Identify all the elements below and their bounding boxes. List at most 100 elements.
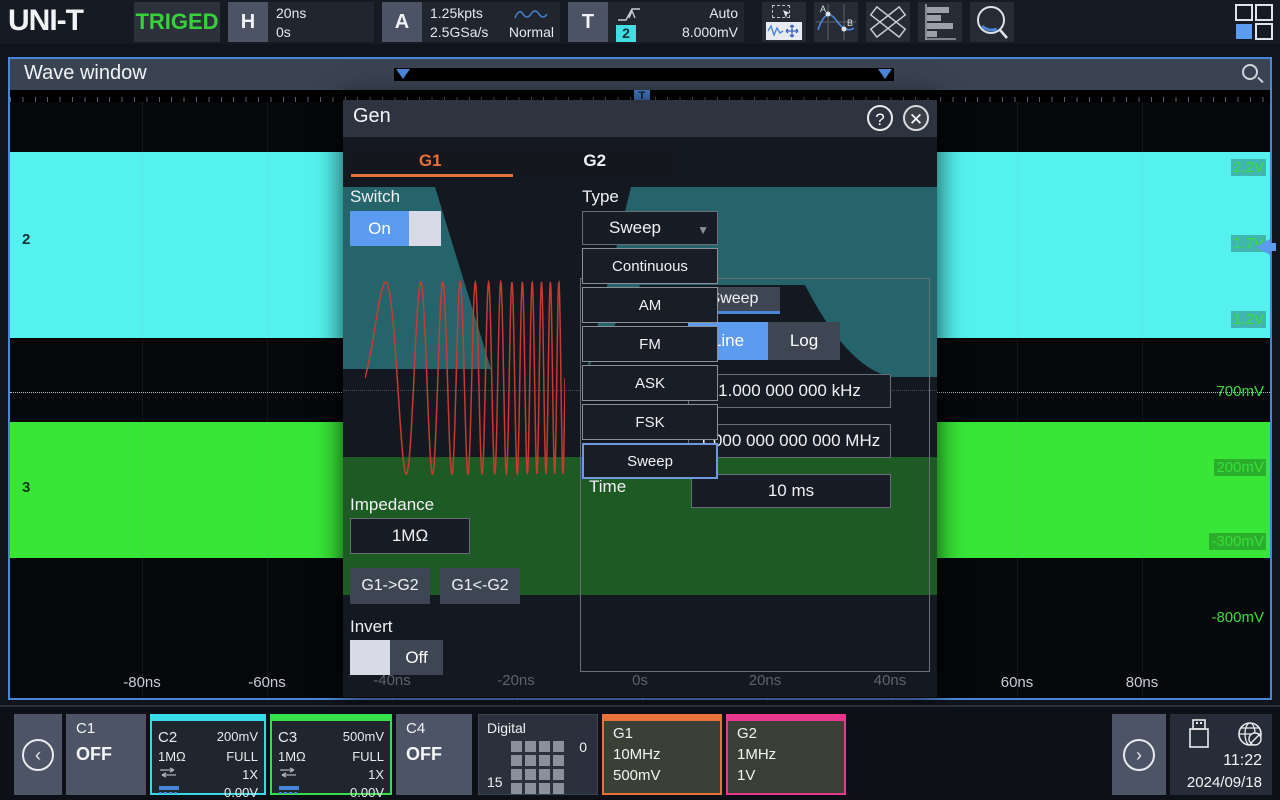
search-icon — [970, 2, 1014, 42]
type-option-fsk[interactable]: FSK — [582, 404, 718, 440]
ground-icon — [278, 785, 343, 800]
sweep-waveform-preview — [365, 275, 565, 481]
copy-g2-to-g1-button[interactable]: G1<-G2 — [440, 568, 520, 604]
tab-g1[interactable]: G1 — [348, 147, 513, 177]
channel3-offset: 0.00V — [343, 785, 384, 800]
svg-text:A: A — [820, 4, 826, 14]
horizontal-offset-value: 0s — [276, 24, 291, 40]
acquire-key[interactable]: A — [382, 2, 422, 42]
type-option-am[interactable]: AM — [582, 287, 718, 323]
usb-icon — [1188, 719, 1210, 749]
generator1-panel[interactable]: G1 10MHz 500mV — [602, 714, 722, 795]
digital-panel[interactable]: Digital 0 15 — [478, 714, 598, 795]
sweep-time-label: Time — [589, 477, 626, 497]
help-icon[interactable]: ? — [867, 105, 893, 131]
clock-date: 2024/09/18 — [1187, 774, 1262, 791]
acquire-block[interactable]: A 1.25kpts 2.5GSa/s Normal — [382, 2, 560, 42]
switch-on-state[interactable]: On — [350, 211, 409, 246]
generator2-panel[interactable]: G2 1MHz 1V — [726, 714, 846, 795]
channel3-scale: 500mV — [343, 729, 384, 746]
output-switch-toggle[interactable]: On — [350, 211, 441, 246]
bottom-channel-bar: ‹ C1 OFF C2 200mV 1MΩ FULL 1X 0.00V — [0, 705, 1280, 800]
horizontal-block[interactable]: H 20ns 0s — [228, 2, 374, 42]
type-option-continuous[interactable]: Continuous — [582, 248, 718, 284]
scrollbar-right-handle[interactable] — [878, 69, 892, 79]
acquire-wave-icon — [514, 6, 550, 22]
system-status-panel[interactable]: 11:22 2024/09/18 — [1170, 714, 1272, 795]
wave-window-header: Wave window — [10, 59, 1270, 90]
panel-scroll-left-button[interactable]: ‹ — [14, 714, 62, 795]
measure-button[interactable] — [866, 2, 910, 42]
type-dropdown[interactable]: Sweep ▼ — [582, 211, 718, 245]
trigger-level-value: 8.000mV — [682, 24, 738, 40]
g2-amplitude: 1V — [737, 767, 755, 784]
invert-off-state[interactable]: Off — [390, 640, 443, 675]
wave-window-title: Wave window — [24, 62, 147, 85]
channel2-probe: 1X — [217, 767, 258, 782]
channel3-id: C3 — [278, 729, 343, 746]
trigger-key[interactable]: T — [568, 2, 608, 42]
close-icon[interactable]: ✕ — [903, 105, 929, 131]
window-zoom-icon[interactable] — [1242, 64, 1258, 80]
cursor-ab-button[interactable]: AB — [814, 2, 858, 42]
channel3-marker[interactable]: 3 — [22, 479, 30, 496]
channel4-state: OFF — [406, 744, 442, 765]
oscilloscope-screen: UNI-T TRIGED H 20ns 0s A 1.25kpts 2.5GSa… — [0, 0, 1280, 800]
time-label: 80ns — [1126, 674, 1159, 691]
time-label: -60ns — [248, 674, 286, 691]
channel2-marker[interactable]: 2 — [22, 231, 30, 248]
search-button[interactable] — [970, 2, 1014, 42]
copy-g1-to-g2-button[interactable]: G1->G2 — [350, 568, 430, 604]
channel2-id: C2 — [158, 729, 217, 746]
select-tool-button[interactable] — [762, 2, 806, 42]
scrollbar-left-handle[interactable] — [396, 69, 410, 79]
scale-log-option[interactable]: Log — [768, 322, 840, 360]
generator-dialog: Gen ? ✕ -40ns -20ns 0s 20ns 40ns G1 G2 S… — [343, 100, 937, 697]
record-length-value: 1.25kpts — [430, 5, 483, 21]
dialog-header[interactable]: Gen ? ✕ — [343, 100, 937, 137]
type-dropdown-value: Sweep — [583, 212, 687, 244]
g1-id: G1 — [613, 725, 633, 742]
channel2-offset: 0.00V — [217, 785, 258, 800]
digital-channel-grid — [511, 741, 564, 794]
horizontal-key[interactable]: H — [228, 2, 268, 42]
dialog-title: Gen — [353, 105, 391, 128]
stop-frequency-field[interactable]: 1.000 000 000 000 MHz — [688, 424, 891, 458]
start-frequency-field[interactable]: 1.000 000 000 kHz — [688, 374, 891, 408]
sweep-time-field[interactable]: 10 ms — [691, 474, 891, 508]
type-option-fm[interactable]: FM — [582, 326, 718, 362]
type-option-sweep[interactable]: Sweep — [582, 443, 718, 479]
invert-toggle[interactable]: Off — [350, 640, 443, 675]
impedance-value-button[interactable]: 1MΩ — [350, 518, 470, 554]
type-label: Type — [582, 187, 619, 207]
g2-frequency: 1MHz — [737, 746, 776, 763]
window-layout-button[interactable] — [1232, 2, 1276, 42]
dimmed-time-label: 20ns — [749, 672, 782, 689]
horizontal-scrollbar[interactable] — [394, 68, 894, 81]
ground-icon — [158, 785, 217, 800]
select-tool-icon — [782, 9, 792, 19]
channel4-panel[interactable]: C4 OFF — [396, 714, 472, 795]
digital-label: Digital — [487, 720, 526, 736]
type-option-ask[interactable]: ASK — [582, 365, 718, 401]
dimmed-time-label: 40ns — [874, 672, 907, 689]
invert-on-state[interactable] — [350, 640, 390, 675]
channel1-id: C1 — [76, 720, 95, 737]
switch-off-state[interactable] — [409, 211, 441, 246]
panel-scroll-right-button[interactable]: › — [1112, 714, 1166, 795]
voltage-label: -800mV — [1209, 609, 1266, 626]
window-layout-icon — [1232, 2, 1276, 42]
channel3-panel[interactable]: C3 500mV 1MΩ FULL 1X 0.00V — [270, 714, 392, 795]
dimmed-time-label: -20ns — [497, 672, 535, 689]
trigger-level-arrow[interactable] — [1256, 239, 1270, 255]
voltage-label: -300mV — [1209, 533, 1266, 550]
tab-g2[interactable]: G2 — [513, 147, 678, 177]
svg-text:B: B — [847, 18, 853, 28]
channel3-probe: 1X — [343, 767, 384, 782]
measure-icon — [866, 2, 910, 42]
histogram-button[interactable] — [918, 2, 962, 42]
trigger-block[interactable]: T Auto 2 8.000mV — [568, 2, 744, 42]
channel2-panel[interactable]: C2 200mV 1MΩ FULL 1X 0.00V — [150, 714, 266, 795]
coupling-icon — [158, 767, 217, 782]
channel1-panel[interactable]: C1 OFF — [66, 714, 146, 795]
